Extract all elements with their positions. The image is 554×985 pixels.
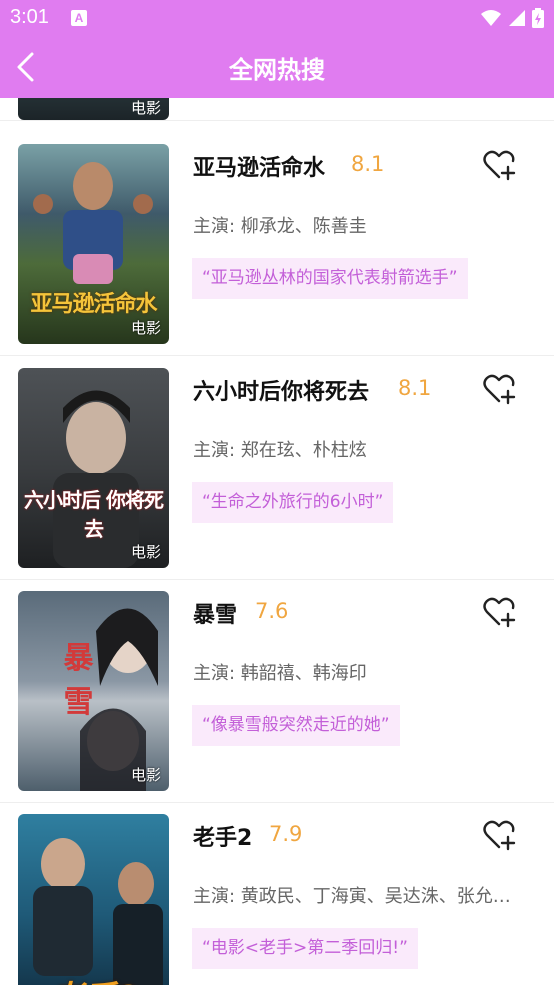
poster-art xyxy=(33,838,163,985)
page-title: 全网热搜 xyxy=(229,56,325,84)
movie-score: 8.1 xyxy=(398,376,432,400)
wifi-icon xyxy=(481,10,501,26)
list-item[interactable]: 六小时后 你将死去 电影 六小时后你将死去 8.1 主演: 郑在玹、朴柱炫 “生… xyxy=(0,368,554,568)
poster-tag: 电影 xyxy=(130,99,161,117)
signal-icon xyxy=(509,10,525,26)
poster-title: 暴 雪 xyxy=(63,641,124,720)
status-icons xyxy=(480,8,544,28)
list-item[interactable]: 暴 雪 电影 暴雪 7.6 主演: 韩韶禧、韩海印 “像暴雪般突然走近的她” xyxy=(0,591,554,791)
poster-image[interactable]: 暴 雪 电影 xyxy=(18,591,169,791)
battery-icon xyxy=(532,8,544,28)
movie-cast: 主演: 柳承龙、陈善圭 xyxy=(193,216,367,237)
divider xyxy=(0,802,554,803)
movie-score: 7.9 xyxy=(269,822,303,846)
movie-list[interactable]: 电影 亚马逊活命水 电影 亚马逊活命水 8.1 主演: 柳承龙、陈善圭 “亚马逊… xyxy=(0,98,554,985)
poster-title: 六小时后 你将死去 xyxy=(24,488,164,541)
poster-tag: 电影 xyxy=(130,766,161,784)
movie-quote: “像暴雪般突然走近的她” xyxy=(192,705,400,746)
movie-quote: “生命之外旅行的6小时” xyxy=(192,482,394,523)
favorite-add-icon[interactable] xyxy=(483,597,517,629)
divider xyxy=(0,579,554,580)
movie-cast: 主演: 郑在玹、朴柱炫 xyxy=(193,440,367,461)
title-bar: 全网热搜 xyxy=(0,36,554,98)
movie-cast: 主演: 韩韶禧、韩海印 xyxy=(193,663,367,684)
movie-score: 8.1 xyxy=(351,152,385,176)
poster-tag: 电影 xyxy=(130,319,161,337)
poster-image[interactable]: 六小时后 你将死去 电影 xyxy=(18,368,169,568)
poster-title: 老手2 xyxy=(18,971,169,985)
movie-quote: “亚马逊丛林的国家代表射箭选手” xyxy=(192,258,468,299)
list-item[interactable]: 亚马逊活命水 电影 亚马逊活命水 8.1 主演: 柳承龙、陈善圭 “亚马逊丛林的… xyxy=(0,144,554,344)
favorite-add-icon[interactable] xyxy=(483,820,517,852)
favorite-add-icon[interactable] xyxy=(483,150,517,182)
status-bar: 3:01 A xyxy=(0,0,554,36)
movie-title: 亚马逊活命水 xyxy=(193,156,326,181)
movie-title: 暴雪 xyxy=(193,603,238,628)
poster-image[interactable]: 老手2 电影 xyxy=(18,814,169,985)
movie-score: 7.6 xyxy=(255,599,289,623)
poster-tag: 电影 xyxy=(130,543,161,561)
movie-title: 六小时后你将死去 xyxy=(193,380,370,405)
divider xyxy=(0,120,554,121)
notification-icon: A xyxy=(71,10,87,26)
poster-image[interactable]: 亚马逊活命水 电影 xyxy=(18,144,169,344)
partial-poster[interactable]: 电影 xyxy=(18,98,169,120)
favorite-add-icon[interactable] xyxy=(483,374,517,406)
movie-quote: “电影<老手>第二季回归!” xyxy=(192,928,418,969)
movie-title: 老手2 xyxy=(193,826,253,851)
status-time: 3:01 xyxy=(10,6,49,28)
movie-cast: 主演: 黄政民、丁海寅、吴达洙、张允… xyxy=(193,886,511,907)
poster-title: 亚马逊活命水 xyxy=(30,292,157,317)
list-item[interactable]: 老手2 电影 老手2 7.9 主演: 黄政民、丁海寅、吴达洙、张允… “电影<老… xyxy=(0,814,554,985)
divider xyxy=(0,355,554,356)
